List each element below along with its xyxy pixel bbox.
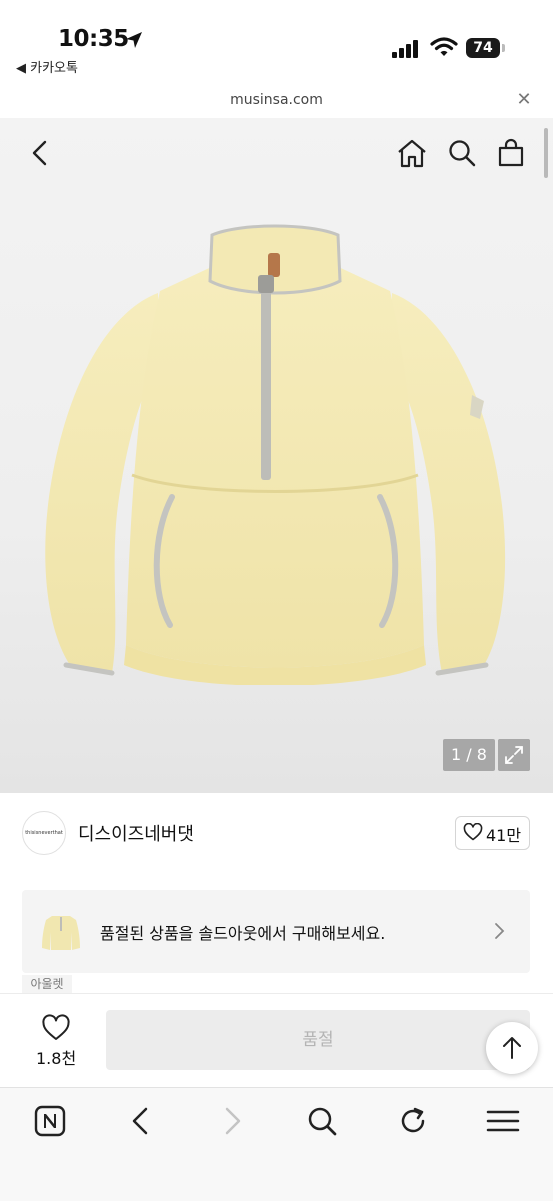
divider: [0, 993, 553, 994]
reload-icon[interactable]: [397, 1105, 429, 1137]
browser-back-icon[interactable]: [128, 1106, 154, 1136]
back-arrow-icon[interactable]: [26, 138, 56, 168]
soldout-banner-text: 품절된 상품을 솔드아웃에서 구매해보세요.: [100, 924, 386, 943]
expand-icon[interactable]: [498, 739, 530, 771]
battery-indicator: 74: [466, 38, 500, 58]
close-icon[interactable]: ✕: [512, 88, 536, 112]
image-counter: 1 / 8: [443, 739, 495, 771]
browser-forward-icon[interactable]: [219, 1106, 245, 1136]
brand-like-count: 41만: [486, 826, 522, 845]
banner-thumbnail: [38, 908, 84, 954]
cart-icon[interactable]: [496, 137, 526, 167]
brand-name[interactable]: 디스이즈네버댓: [78, 820, 194, 846]
wifi-icon: [430, 37, 458, 56]
wishlist-count: 1.8천: [36, 1049, 77, 1068]
scrollbar[interactable]: [544, 128, 548, 178]
battery-tip: [502, 44, 505, 52]
cellular-signal-icon: [392, 40, 418, 58]
browser-toolbar: [0, 1087, 553, 1201]
browser-search-icon[interactable]: [306, 1105, 338, 1137]
heart-icon: [463, 823, 483, 841]
scroll-top-button[interactable]: [486, 1022, 538, 1074]
location-arrow-icon: [126, 32, 142, 48]
back-to-app-link[interactable]: ◀ 카카오톡: [16, 57, 78, 76]
brand-logo[interactable]: thisisneverthat: [22, 811, 66, 855]
wishlist-heart-icon[interactable]: [41, 1014, 71, 1042]
url-text[interactable]: musinsa.com: [0, 92, 553, 108]
home-icon[interactable]: [397, 138, 427, 168]
menu-icon[interactable]: [486, 1108, 520, 1134]
outlet-tag: 아울렛: [22, 975, 72, 993]
chevron-right-icon: [495, 923, 505, 939]
status-time: 10:35: [58, 26, 129, 52]
product-photo: [45, 224, 506, 685]
search-icon[interactable]: [447, 138, 477, 168]
arrow-up-icon: [503, 1037, 521, 1059]
soldout-button[interactable]: 품절: [106, 1010, 530, 1070]
naver-icon[interactable]: [34, 1105, 66, 1137]
